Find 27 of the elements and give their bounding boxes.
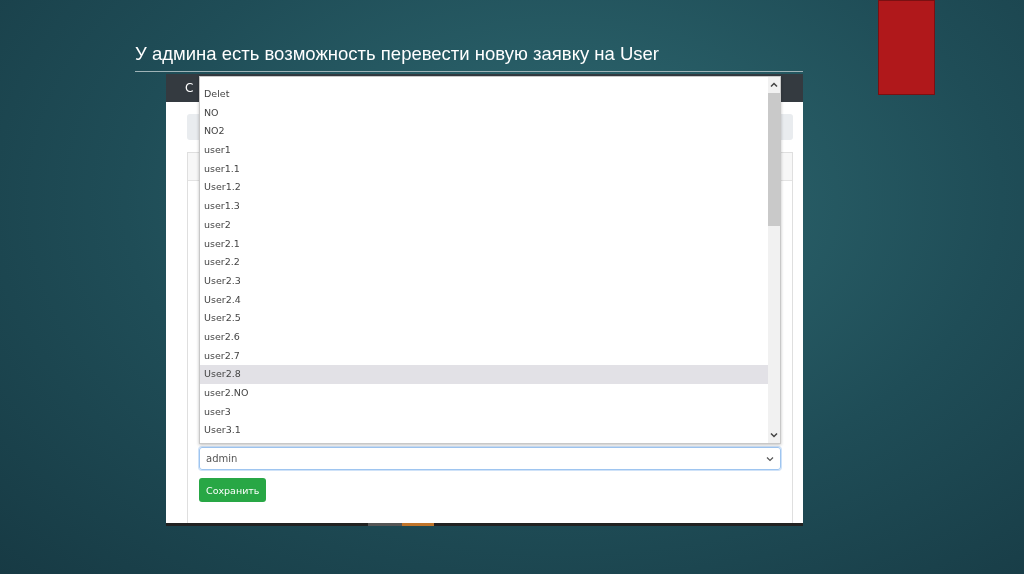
- dropdown-option[interactable]: user2.NO: [200, 384, 768, 403]
- dropdown-option[interactable]: user3: [200, 402, 768, 422]
- dropdown-option[interactable]: User2.3: [200, 271, 768, 291]
- dropdown-option[interactable]: User2.5: [200, 309, 768, 328]
- scrollbar[interactable]: [768, 77, 780, 443]
- dropdown-option[interactable]: user1.3: [200, 197, 768, 216]
- dropdown-option[interactable]: User3.1: [200, 421, 768, 441]
- dropdown-option[interactable]: User2.8: [200, 365, 768, 384]
- scroll-up-icon[interactable]: [770, 82, 778, 88]
- dropdown-option[interactable]: NO2: [200, 122, 768, 142]
- dropdown-option[interactable]: Delet: [200, 85, 768, 104]
- dropdown-option[interactable]: user2: [200, 215, 768, 235]
- navbar-brand[interactable]: C: [185, 81, 194, 95]
- dropdown-option[interactable]: user2.2: [200, 253, 768, 272]
- dropdown-option[interactable]: NO: [200, 103, 768, 123]
- dropdown-option[interactable]: User2.4: [200, 290, 768, 310]
- user-select[interactable]: admin: [199, 447, 781, 470]
- scrollbar-thumb[interactable]: [768, 93, 780, 226]
- dropdown-option[interactable]: user1: [200, 141, 768, 160]
- chevron-down-icon: [766, 455, 774, 462]
- dropdown-option[interactable]: User1.2: [200, 178, 768, 198]
- dropdown-option[interactable]: user1.1: [200, 159, 768, 179]
- dropdown-option[interactable]: user2.1: [200, 234, 768, 254]
- dropdown-option[interactable]: user2.6: [200, 327, 768, 347]
- scroll-down-icon[interactable]: [770, 432, 778, 438]
- slide-title: У админа есть возможность перевести новую заявку на User: [135, 42, 661, 66]
- dropdown-option[interactable]: user2.7: [200, 346, 768, 366]
